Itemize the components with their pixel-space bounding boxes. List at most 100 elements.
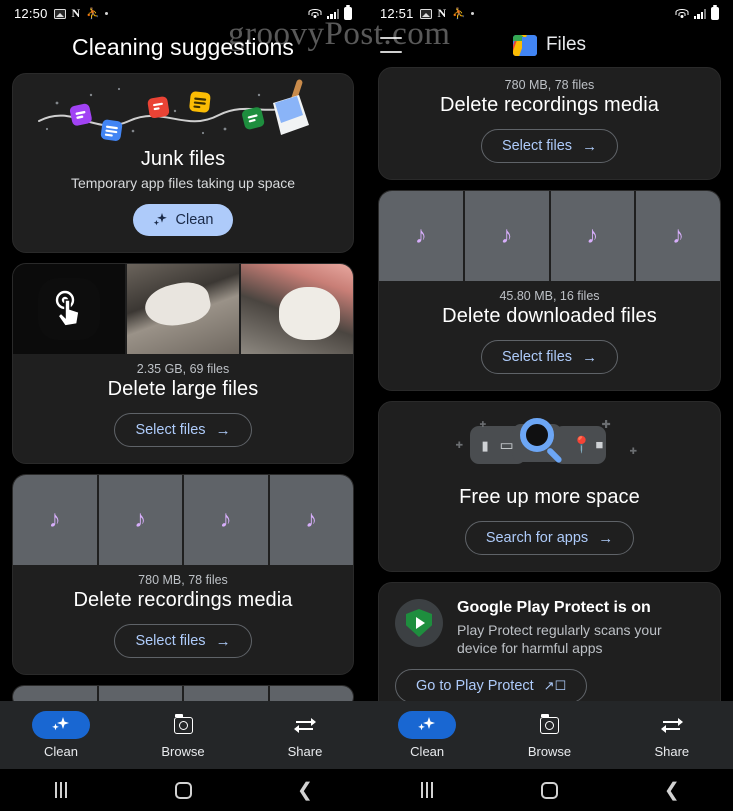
share-transfer-icon	[294, 717, 316, 733]
nav-item-browse[interactable]: Browse	[488, 711, 610, 759]
gmail-icon: ⛹	[86, 8, 100, 20]
card-delete-recordings-media[interactable]: ♪ ♪ ♪ ♪ 780 MB, 78 files Delete recordin…	[12, 474, 354, 675]
card-delete-downloaded-files[interactable]: ♪ ♪ ♪ ♪ 45.80 MB, 16 files Delete downlo…	[378, 190, 721, 391]
large-files-title: Delete large files	[107, 378, 259, 400]
select-files-button-recordings[interactable]: Select files →	[114, 624, 252, 658]
arrow-right-icon: →	[598, 529, 614, 547]
nav-pill-clean	[398, 711, 457, 739]
recents-button[interactable]	[0, 782, 122, 798]
signal-icon	[327, 8, 339, 19]
thumbnail-audio-1[interactable]: ♪	[379, 191, 463, 281]
app-brand: Files	[366, 34, 733, 56]
select-files-label: Select files	[135, 633, 206, 649]
recordings-meta: 780 MB, 78 files	[504, 78, 595, 92]
sparkle-dot-icon: ✚	[629, 446, 638, 456]
nav-item-clean[interactable]: Clean	[0, 711, 122, 759]
play-protect-text: Google Play Protect is on Play Protect r…	[457, 599, 704, 657]
thumbnail-photo-dog-2[interactable]	[241, 264, 353, 354]
nav-pill-share	[276, 711, 334, 739]
clean-button[interactable]: Clean	[132, 204, 234, 236]
music-note-icon: ♪	[134, 506, 147, 533]
card-google-play-protect[interactable]: Google Play Protect is on Play Protect r…	[378, 582, 721, 721]
nav-item-clean[interactable]: Clean	[366, 711, 488, 759]
recordings-title: Delete recordings media	[439, 94, 660, 116]
photo-icon	[53, 8, 66, 19]
free-space-body: Free up more space Search for apps →	[379, 484, 720, 571]
thumbnail-audio-1[interactable]: ♪	[13, 475, 97, 565]
search-for-apps-button[interactable]: Search for apps →	[464, 521, 635, 555]
thumbnail-audio-4[interactable]: ♪	[269, 475, 353, 565]
thumbnail-audio-2[interactable]: ♪	[98, 475, 182, 565]
card-delete-large-files[interactable]: 2.35 GB, 69 files Delete large files Sel…	[12, 263, 354, 464]
play-protect-title: Google Play Protect is on	[457, 599, 651, 616]
home-button[interactable]	[122, 781, 244, 799]
thumbnail-photo-dog-1[interactable]	[127, 264, 239, 354]
nav-item-share[interactable]: Share	[611, 711, 733, 759]
left-phone-screen: 12:50 N ⛹ Cleaning suggestions Junk file…	[0, 0, 366, 811]
music-note-icon: ♪	[500, 222, 513, 249]
nav-pill-browse	[154, 711, 212, 739]
recordings-body: 780 MB, 78 files Delete recordings media…	[13, 565, 353, 674]
nav-label-share: Share	[654, 744, 690, 759]
play-protect-shield-icon	[395, 599, 443, 647]
right-phone-screen: 12:51 N ⛹ Files 780 MB, 78 files Delete …	[366, 0, 733, 811]
home-button[interactable]	[488, 781, 610, 799]
nav-item-browse[interactable]: Browse	[122, 711, 244, 759]
card-free-up-more-space[interactable]: ▮ ▭ 📍 ■ ✚ ✚ ✚ ✚ Free up more space Searc…	[378, 401, 721, 572]
nav-pill-clean	[32, 711, 90, 739]
recordings-title: Delete recordings media	[73, 589, 293, 611]
select-files-button-recordings[interactable]: Select files →	[480, 129, 619, 163]
downloads-title: Delete downloaded files	[442, 305, 657, 327]
recents-button[interactable]	[366, 782, 488, 798]
bus-icon: ■	[595, 437, 604, 452]
large-files-meta: 2.35 GB, 69 files	[136, 362, 230, 376]
play-protect-subtitle: Play Protect regularly scans your device…	[457, 622, 662, 657]
card-junk-files[interactable]: Junk files Temporary app files taking up…	[12, 73, 354, 253]
right-status-bar: 12:51 N ⛹	[366, 0, 733, 27]
back-button[interactable]: ❮	[244, 781, 366, 800]
select-files-button-downloads[interactable]: Select files →	[480, 340, 619, 374]
nav-pill-share	[643, 711, 701, 739]
left-card-list: Junk files Temporary app files taking up…	[0, 73, 366, 709]
go-to-play-protect-label: Go to Play Protect	[416, 678, 534, 695]
back-button[interactable]: ❮	[611, 781, 733, 800]
sparkle-dot-icon: ✚	[601, 419, 611, 431]
status-time: 12:50	[14, 6, 48, 21]
netflix-icon: N	[71, 6, 81, 20]
video-camera-icon: ▭	[499, 437, 514, 454]
music-note-icon: ♪	[586, 222, 599, 249]
select-files-label: Select files	[501, 138, 573, 154]
play-protect-row: Google Play Protect is on Play Protect r…	[379, 583, 720, 657]
music-note-icon: ♪	[305, 506, 318, 533]
app-name: Files	[545, 34, 587, 55]
left-status-bar: 12:50 N ⛹	[0, 0, 366, 27]
junk-files-body: Junk files Temporary app files taking up…	[13, 146, 353, 252]
arrow-right-icon: →	[215, 421, 231, 439]
hamburger-menu-icon[interactable]	[380, 37, 402, 53]
status-right-group	[308, 7, 352, 20]
thumbnail-audio-4[interactable]: ♪	[636, 191, 720, 281]
status-left-group: 12:50 N ⛹	[14, 6, 108, 21]
thumbnail-audio-2[interactable]: ♪	[464, 191, 549, 281]
downloads-thumbnails: ♪ ♪ ♪ ♪	[379, 191, 720, 281]
recordings-thumbnails: ♪ ♪ ♪ ♪	[13, 475, 353, 565]
thumbnail-audio-3[interactable]: ♪	[184, 475, 268, 565]
nav-label-browse: Browse	[527, 744, 572, 759]
card-delete-recordings-media[interactable]: 780 MB, 78 files Delete recordings media…	[378, 67, 721, 180]
go-to-play-protect-button[interactable]: Go to Play Protect ↗☐	[395, 669, 588, 704]
large-files-thumbnails	[13, 264, 353, 354]
free-space-title: Free up more space	[459, 486, 640, 508]
nav-label-clean: Clean	[410, 744, 445, 759]
sparkle-icon	[416, 716, 438, 734]
files-logo-icon	[512, 34, 537, 56]
thumbnail-touch-app[interactable]	[13, 264, 125, 354]
chat-icon: ▮	[481, 438, 489, 453]
select-files-button-large[interactable]: Select files →	[114, 413, 252, 447]
nav-item-share[interactable]: Share	[244, 711, 366, 759]
thumbnail-audio-3[interactable]: ♪	[550, 191, 635, 281]
folder-search-icon	[539, 713, 559, 734]
left-bottom-nav: Clean Browse Share	[0, 701, 366, 769]
status-right-group	[675, 7, 719, 20]
nav-pill-browse	[520, 711, 578, 739]
netflix-icon: N	[437, 6, 447, 20]
